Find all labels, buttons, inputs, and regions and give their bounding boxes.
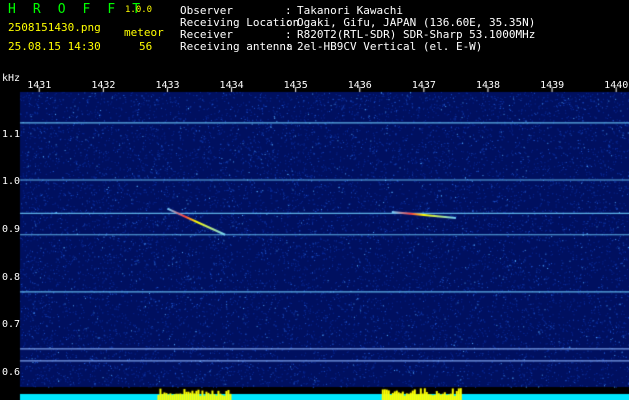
date-time: 25.08.15 14:30 [8,40,101,53]
y-tick-label: 1.0 [2,176,21,188]
echo-count: 56 [139,40,153,53]
info-colon: : [285,40,292,53]
y-tick-label: 1.1 [2,128,21,140]
header-panel: H R O F F T 1.0.0 2508151430.png meteor … [0,0,629,73]
y-tick-label: 0.8 [2,271,21,283]
y-axis-unit: kHz [2,73,21,84]
x-tick-label: 1434 [219,80,244,91]
x-tick-label: 1440 [604,80,629,91]
spectrogram-canvas [0,73,629,400]
x-tick-label: 1433 [155,80,180,91]
y-tick-label: 0.7 [2,319,21,331]
x-tick-label: 1438 [475,80,501,91]
info-value-antenna: 2el-HB9CV Vertical (el. E-W) [297,40,483,53]
y-tick-label: 0.6 [2,366,21,378]
x-tick-label: 1432 [91,80,116,91]
y-tick-label: 0.9 [2,223,21,235]
x-tick-label: 1439 [540,80,565,91]
x-tick-label: 1437 [411,80,436,91]
info-label-antenna: Receiving antenna [180,40,293,53]
x-tick-label: 1435 [283,80,308,91]
app-version: 1.0.0 [125,5,153,15]
mode-label: meteor [124,26,164,39]
x-tick-label: 1436 [347,80,372,91]
x-tick-label: 1431 [27,80,52,91]
file-name: 2508151430.png [8,21,101,34]
